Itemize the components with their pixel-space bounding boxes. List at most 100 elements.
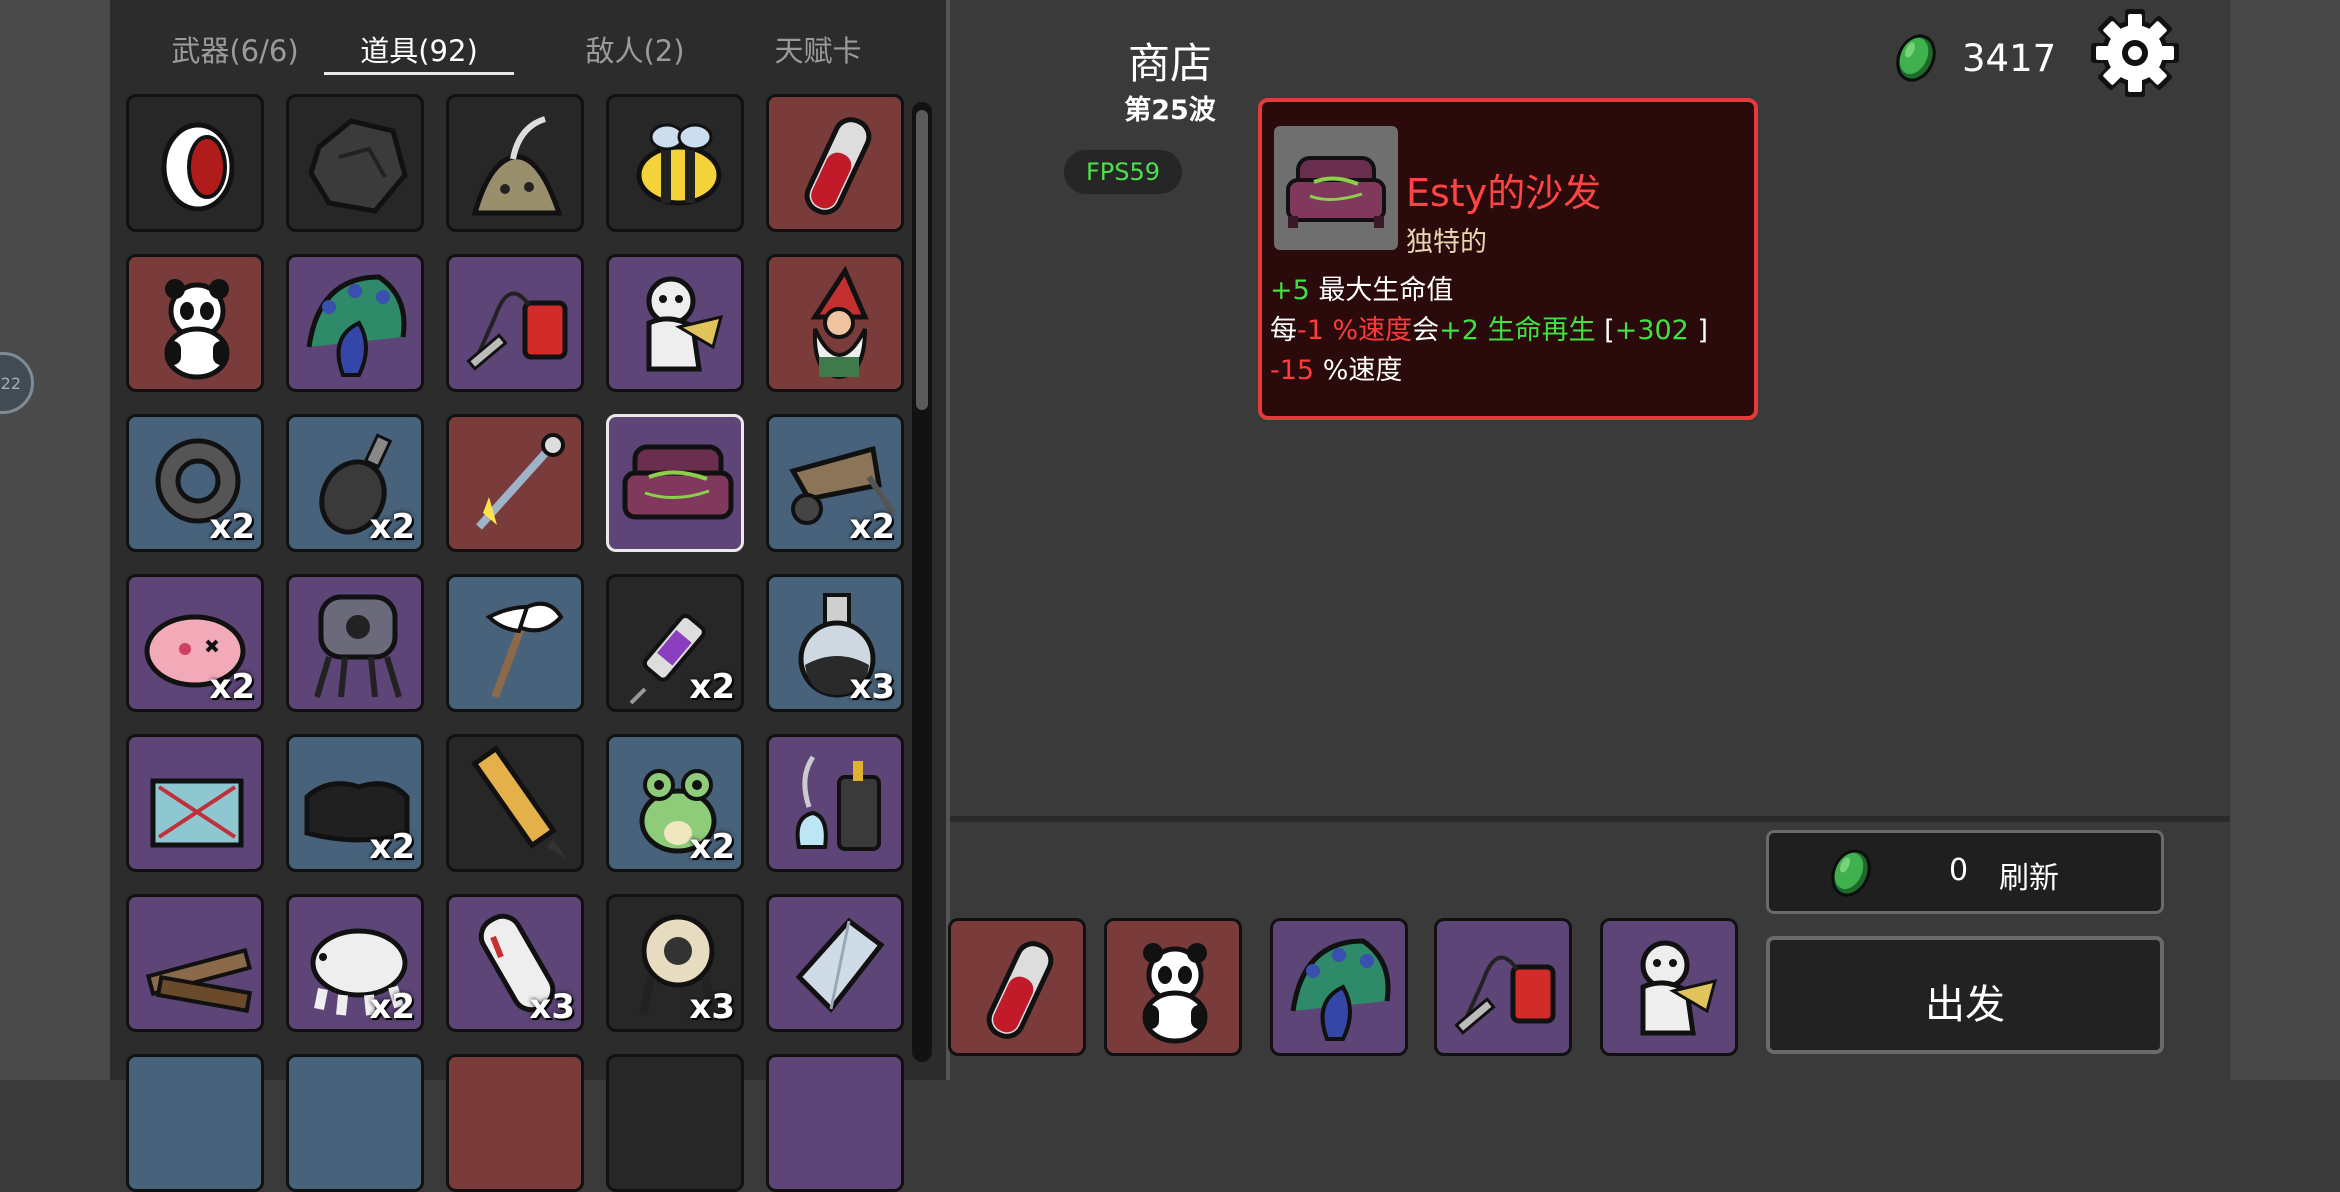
shop-item-slot[interactable] (948, 918, 1086, 1056)
voodoo-doll-icon (1640, 940, 1718, 1036)
tab-enemies[interactable]: 敌人(2) (550, 28, 720, 70)
tooltip-stat-line: +5 最大生命值 (1270, 268, 1453, 307)
inventory-slot[interactable]: x2 (286, 894, 424, 1032)
item-count-badge: x3 (849, 667, 895, 707)
inventory-slot[interactable]: x2 (286, 734, 424, 872)
inventory-slot[interactable] (606, 254, 744, 392)
item-count-badge: x3 (689, 987, 735, 1027)
inventory-slot[interactable] (766, 734, 904, 872)
inventory-slot[interactable] (126, 734, 264, 872)
turret-icon (314, 594, 402, 698)
inventory-slot[interactable] (446, 734, 584, 872)
inventory-slot[interactable] (446, 94, 584, 232)
stat-text: 生命再生 (1478, 315, 1596, 346)
shop-item-slot[interactable] (1434, 918, 1572, 1056)
inventory-slot[interactable] (446, 574, 584, 712)
left-background (0, 0, 110, 1080)
active-tab-underline (324, 72, 514, 75)
inventory-slot[interactable]: x3 (446, 894, 584, 1032)
shop-title: 商店 (1127, 39, 1212, 88)
stat-value: -15 (1270, 355, 1315, 386)
shop-item-slot[interactable] (1600, 918, 1738, 1056)
inventory-slot-partial[interactable] (606, 1054, 744, 1192)
stat-text: ] (1688, 315, 1708, 346)
inventory-slot[interactable] (286, 574, 424, 712)
tooltip-stat-line: -15 %速度 (1270, 348, 1402, 387)
go-label: 出发 (1925, 982, 2005, 1028)
chemistry-set-icon (795, 755, 881, 851)
fps-counter: FPS59 (1064, 150, 1182, 194)
wave-label: 第25波 (1124, 95, 1216, 126)
bee-icon (636, 123, 722, 206)
inventory-slot[interactable] (766, 254, 904, 392)
stat-value: +2 (1439, 315, 1479, 346)
gnome-icon (810, 265, 869, 380)
blood-bag-icon (466, 291, 568, 371)
inventory-slot[interactable]: x2 (766, 414, 904, 552)
blood-vial-icon (804, 117, 872, 215)
stat-text: [ (1595, 315, 1615, 346)
alien-slug-icon (471, 116, 563, 216)
inventory-slot[interactable] (766, 94, 904, 232)
crystal-block-icon (795, 917, 885, 1013)
item-count-badge: x2 (209, 507, 255, 547)
inventory-slot-partial[interactable] (766, 1054, 904, 1192)
inventory-slot[interactable] (766, 894, 904, 1032)
tooltip-item-icon-frame (1274, 126, 1398, 250)
taser-rod-icon (476, 433, 565, 530)
blood-vial-icon (986, 941, 1054, 1039)
inventory-slot-partial[interactable] (286, 1054, 424, 1192)
inventory-slot[interactable] (446, 254, 584, 392)
tab-weapons[interactable]: 武器(6/6) (150, 28, 320, 70)
refresh-cost: 0 (1949, 853, 1969, 888)
refresh-button[interactable]: 0 刷新 (1766, 830, 2164, 914)
tab-talent-cards[interactable]: 天赋卡 (728, 28, 908, 70)
inventory-slot[interactable]: x2 (126, 574, 264, 712)
item-count-badge: x2 (849, 507, 895, 547)
stat-value: +5 (1270, 275, 1310, 306)
shop-item-slot[interactable] (1104, 918, 1242, 1056)
item-count-badge: x2 (689, 667, 735, 707)
inventory-slot[interactable]: x2 (606, 574, 744, 712)
pencil-icon (471, 745, 567, 859)
inventory-slot[interactable] (606, 414, 744, 552)
stat-value: -1 (1297, 315, 1324, 346)
inventory-slot[interactable] (606, 94, 744, 232)
inventory-slot[interactable]: x2 (286, 414, 424, 552)
tooltip-item-rarity: 独特的 (1406, 227, 1487, 258)
inventory-slot-partial[interactable] (126, 1054, 264, 1192)
stat-text: 会 (1412, 315, 1440, 346)
item-tooltip-card: Esty的沙发 独特的 +5 最大生命值 每-1 %速度会+2 生命再生 [+3… (1258, 98, 1758, 420)
stat-text: %速度 (1314, 355, 1403, 386)
stat-text: %速度 (1323, 315, 1413, 346)
gear-icon[interactable] (2090, 8, 2180, 98)
tooltip-stat-line: 每-1 %速度会+2 生命再生 [+302 ] (1270, 308, 1708, 347)
tab-items[interactable]: 道具(92) (324, 28, 514, 70)
peacock-icon (306, 274, 407, 377)
inventory-slot[interactable]: x2 (126, 414, 264, 552)
inventory-slot[interactable]: x3 (606, 894, 744, 1032)
inventory-panel: 武器(6/6) 道具(92) 敌人(2) 天赋卡 x2 x2 x2 x2 x2 … (110, 0, 950, 1192)
inventory-slot-partial[interactable] (446, 1054, 584, 1192)
vampire-mouth-icon (161, 122, 235, 212)
inventory-slot[interactable] (126, 94, 264, 232)
inventory-tabs: 武器(6/6) 道具(92) 敌人(2) 天赋卡 (110, 0, 950, 80)
inventory-slot[interactable] (126, 254, 264, 392)
stat-text: 每 (1270, 315, 1297, 346)
inventory-slot[interactable] (286, 254, 424, 392)
inventory-slot[interactable]: x3 (766, 574, 904, 712)
inventory-slot[interactable] (446, 414, 584, 552)
inventory-slot[interactable] (126, 894, 264, 1032)
shop-item-slot[interactable] (1270, 918, 1408, 1056)
right-background (2230, 0, 2340, 1080)
sofa-icon (622, 444, 734, 520)
side-bubble-label: 22 (0, 373, 21, 393)
inventory-slot[interactable] (286, 94, 424, 232)
inventory-slot[interactable]: x2 (606, 734, 744, 872)
item-count-badge: x2 (369, 507, 415, 547)
go-button[interactable]: 出发 (1766, 936, 2164, 1054)
tangled-box-icon (150, 778, 244, 848)
voodoo-doll-icon (646, 276, 724, 372)
inventory-scrollbar-thumb[interactable] (916, 110, 928, 410)
money-value: 3417 (1962, 36, 2057, 80)
